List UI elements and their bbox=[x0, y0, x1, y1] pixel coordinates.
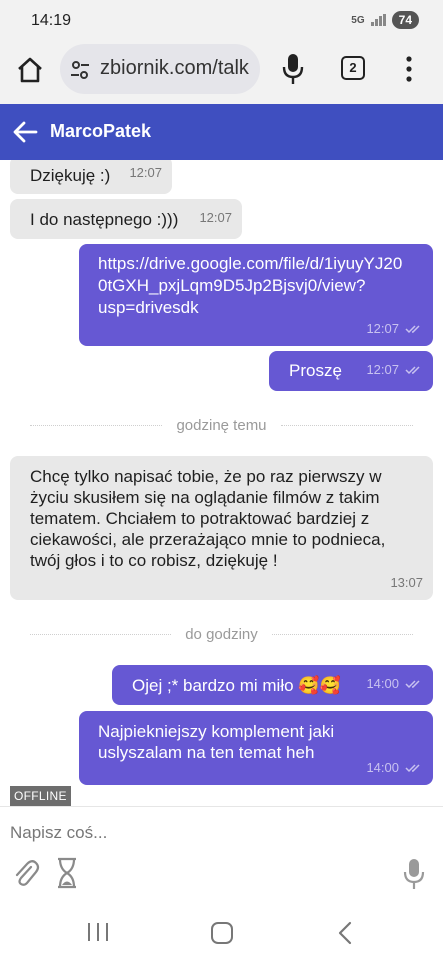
more-vert-icon[interactable] bbox=[404, 54, 414, 84]
message-bubble-outgoing[interactable]: https://drive.google.com/file/d/1iyuyYJ2… bbox=[79, 244, 433, 346]
message-meta: 12:07 bbox=[199, 207, 232, 228]
message-composer bbox=[0, 806, 443, 906]
message-text: I do następnego :))) bbox=[30, 210, 179, 229]
message-input[interactable] bbox=[10, 821, 430, 845]
message-meta: 12:07 bbox=[129, 162, 162, 183]
network-type-label: 5G bbox=[351, 14, 365, 26]
presence-badge: OFFLINE bbox=[10, 786, 71, 806]
time-divider: godzinę temu bbox=[30, 415, 413, 435]
hourglass-icon[interactable] bbox=[56, 857, 78, 889]
message-time: 12:07 bbox=[366, 321, 399, 336]
message-bubble-incoming[interactable]: Chcę tylko napisać tobie, że po raz pier… bbox=[10, 456, 433, 600]
message-time: 14:00 bbox=[366, 676, 399, 691]
double-check-icon bbox=[405, 679, 420, 688]
message-time: 13:07 bbox=[390, 575, 423, 590]
message-time: 12:07 bbox=[199, 210, 232, 225]
double-check-icon bbox=[405, 324, 420, 333]
message-meta: 13:07 bbox=[390, 572, 423, 593]
status-bar: 14:19 5G 74 bbox=[0, 0, 443, 42]
message-bubble-outgoing[interactable]: Proszę 12:07 bbox=[269, 351, 433, 391]
double-check-icon bbox=[405, 365, 420, 374]
message-bubble-incoming[interactable]: Dziękuję :) 12:07 bbox=[10, 160, 172, 194]
url-text[interactable]: zbiornik.com/talk bbox=[100, 57, 249, 80]
nav-home-icon[interactable] bbox=[211, 922, 233, 944]
time-divider: do godziny bbox=[30, 624, 413, 644]
message-link[interactable]: https://drive.google.com/file/d/1iyuyYJ2… bbox=[98, 253, 414, 319]
arrow-back-icon[interactable] bbox=[12, 120, 38, 144]
message-bubble-outgoing[interactable]: Ojej ;* bardzo mi miło 🥰🥰 14:00 bbox=[112, 665, 433, 705]
recent-apps-icon[interactable] bbox=[86, 922, 110, 942]
system-nav-bar bbox=[0, 906, 443, 960]
status-time: 14:19 bbox=[31, 12, 72, 29]
message-time: 12:07 bbox=[129, 165, 162, 180]
mic-icon[interactable] bbox=[402, 857, 426, 891]
tune-icon[interactable] bbox=[68, 58, 92, 82]
time-divider-label: do godziny bbox=[185, 625, 258, 643]
double-check-icon bbox=[405, 763, 420, 772]
address-bar[interactable]: zbiornik.com/talk bbox=[60, 44, 260, 94]
message-meta: 14:00 bbox=[366, 757, 423, 778]
status-icons: 5G 74 bbox=[351, 11, 419, 29]
message-meta: 12:07 bbox=[366, 359, 423, 380]
nav-back-icon[interactable] bbox=[337, 921, 353, 945]
message-bubble-outgoing[interactable]: Najpiekniejszy komplement jaki uslyszala… bbox=[79, 711, 433, 785]
message-list[interactable]: Dziękuję :) 12:07 I do następnego :))) 1… bbox=[0, 160, 443, 806]
time-divider-label: godzinę temu bbox=[176, 416, 267, 434]
home-icon[interactable] bbox=[14, 54, 46, 86]
paperclip-icon[interactable] bbox=[12, 857, 40, 889]
message-text: Chcę tylko napisać tobie, że po raz pier… bbox=[30, 467, 386, 570]
message-meta: 14:00 bbox=[366, 673, 423, 694]
message-time: 12:07 bbox=[366, 362, 399, 377]
battery-level: 74 bbox=[391, 11, 419, 29]
browser-toolbar: zbiornik.com/talk 2 bbox=[0, 42, 443, 104]
message-bubble-incoming[interactable]: I do następnego :))) 12:07 bbox=[10, 199, 242, 239]
message-time: 14:00 bbox=[366, 760, 399, 775]
tabs-icon[interactable]: 2 bbox=[341, 56, 365, 80]
contact-name[interactable]: MarcoPatek bbox=[50, 121, 151, 142]
message-meta: 12:07 bbox=[366, 318, 423, 339]
mic-icon[interactable] bbox=[280, 52, 306, 86]
chat-header: MarcoPatek bbox=[0, 104, 443, 160]
signal-icon bbox=[370, 14, 386, 26]
